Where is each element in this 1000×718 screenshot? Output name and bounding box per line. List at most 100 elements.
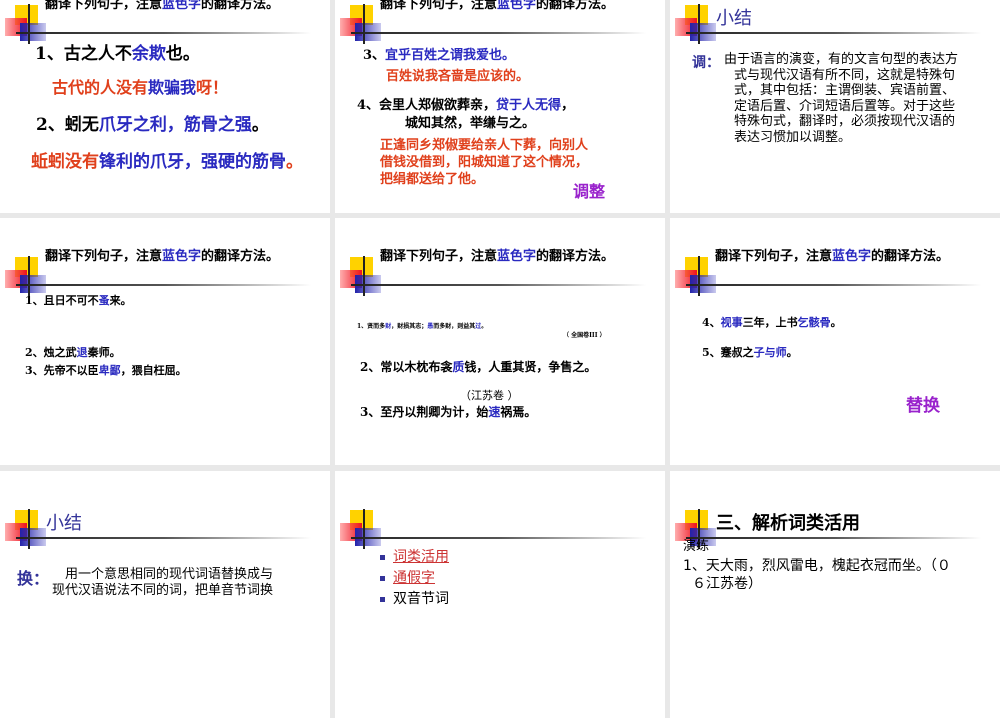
text-segment: 的翻译方法。	[536, 0, 615, 12]
highlighted-text: 锋利的爪牙，强硬的筋骨	[99, 152, 286, 172]
text-segment: 的翻译方法。	[536, 249, 615, 264]
text-segment: 3、	[363, 48, 386, 63]
slide-title: 三、解析词类活用	[716, 513, 860, 534]
text-segment: 呀！	[196, 78, 229, 97]
method-label: 替换	[906, 396, 940, 416]
highlighted-text: 欺骗我	[148, 78, 197, 97]
highlighted-text: 子与师	[753, 346, 787, 359]
text-segment: （ 全国卷III ）	[563, 332, 606, 339]
term-label: 换：	[17, 569, 50, 588]
text-segment: 。	[481, 323, 488, 330]
text-segment: 翻译下列句子，注意	[45, 0, 163, 12]
sentence-3: 3、宜乎百姓之谓我爱也。	[363, 44, 515, 63]
slide-thumbnail-9[interactable]: 三、解析词类活用 演练 1、天大雨，烈风雷电，槐起衣冠而坐。（０ ６江苏卷）	[670, 471, 1000, 718]
text-segment: 翻译下列句子，注意	[45, 249, 163, 264]
slide-logo-icon	[335, 471, 395, 549]
text-segment: 。	[830, 316, 842, 329]
source-note: （ 全国卷III ）	[563, 330, 606, 339]
sentence-1: 1、且日不可不蚤来。	[25, 292, 132, 308]
text-segment: 4、会里人郑俶欲葬亲，	[357, 98, 497, 113]
highlighted-text: 蓝色字	[832, 249, 872, 264]
bullet-icon	[380, 575, 385, 581]
highlighted-text: 视事	[720, 316, 743, 329]
slide-thumbnail-7[interactable]: 小结 换： 用一个意思相同的现代词语替换成与 现代汉语说法不同的词，把单音节词换	[0, 471, 330, 718]
method-label: 调整	[573, 182, 606, 201]
source-note: （江苏卷 ）	[460, 387, 519, 403]
text-segment: 。	[786, 346, 798, 359]
highlighted-text: 蓝色字	[162, 0, 202, 12]
text-segment: 。	[286, 152, 303, 172]
bullet-item: 双音节词	[380, 588, 449, 608]
slide-thumbnail-3[interactable]: 小结 调： 由于语言的演变，有的文言句型的表达方 式与现代汉语有所不同，这就是特…	[670, 0, 1000, 213]
highlighted-text: 速	[488, 405, 501, 419]
bullet-item: 通假字	[380, 567, 435, 587]
text-segment: 秦师。	[87, 346, 121, 359]
text-segment: 百姓说我吝啬是应该的。	[386, 69, 530, 84]
translation-2: 蚯蚓没有锋利的爪牙，强硬的筋骨。	[31, 147, 303, 172]
sentence-2: 2、常以木枕布衾质钱，人重其贤，争售之。	[360, 358, 596, 375]
link-word-class-usage[interactable]: 词类活用	[393, 549, 449, 565]
slide-thumbnail-4[interactable]: 翻译下列句子，注意蓝色字的翻译方法。 1、且日不可不蚤来。 2、烛之武退秦师。 …	[0, 218, 330, 465]
sentence-3: 3、至丹以荆卿为计，始速祸焉。	[360, 403, 536, 420]
highlighted-text: 退	[76, 346, 88, 359]
bullet-icon	[380, 554, 385, 560]
sentence-3: 3、先帝不以臣卑鄙，猥自枉屈。	[25, 362, 187, 378]
summary-paragraph: 用一个意思相同的现代词语替换成与 现代汉语说法不同的词，把单音节词换	[52, 567, 273, 598]
highlighted-text: 蓝色字	[497, 0, 537, 12]
title-divider	[686, 32, 981, 34]
text-segment: 蚯蚓没有	[31, 152, 99, 172]
highlighted-text: 爪牙之利，筋骨之强	[98, 115, 252, 135]
bullet-item: 词类活用	[380, 546, 449, 566]
highlighted-text: 乞骸骨	[797, 316, 831, 329]
text-segment: 1、贤而多	[357, 323, 386, 330]
link-tongjiazi[interactable]: 通假字	[393, 570, 435, 586]
sentence-1: 1、古之人不余欺也。	[35, 39, 200, 64]
subtitle: 演练	[683, 539, 710, 554]
text-segment: 把绢都送给了他。	[380, 172, 485, 187]
para-line: 式，其中包括：主谓倒装、宾语前置、	[734, 83, 956, 98]
title-divider	[16, 537, 311, 539]
para-line: 现代汉语说法不同的词，把单音节词换	[52, 582, 274, 598]
text-segment: 古代的人没有	[52, 78, 149, 97]
slide-thumbnail-6[interactable]: 翻译下列句子，注意蓝色字的翻译方法。 4、视事三年，上书乞骸骨。 5、蹇叔之子与…	[670, 218, 1000, 465]
text-segment: 来。	[109, 294, 132, 307]
text-segment: 2、烛之武	[25, 346, 77, 359]
text-segment: 翻译下列句子，注意	[380, 0, 498, 12]
text-segment: 翻译下列句子，注意	[380, 249, 498, 264]
bullet-icon	[380, 596, 385, 602]
highlighted-text: 质	[452, 360, 465, 374]
text-segment: 的翻译方法。	[201, 249, 280, 264]
title-divider	[351, 284, 646, 286]
title-divider	[351, 32, 646, 34]
bullet-label: 双音节词	[393, 591, 449, 607]
title-divider	[351, 537, 646, 539]
slide-thumbnail-1[interactable]: 翻译下列句子，注意蓝色字的翻译方法。 1、古之人不余欺也。 古代的人没有欺骗我呀…	[0, 0, 330, 213]
para-line: 1、天大雨，烈风雷电，槐起衣冠而坐。（０	[683, 558, 951, 574]
sentence-4: 4、视事三年，上书乞骸骨。	[702, 314, 842, 330]
text-segment: 也。	[165, 44, 200, 64]
para-line: 由于语言的演变，有的文言句型的表达方	[724, 52, 959, 67]
translation-1: 古代的人没有欺骗我呀！	[52, 74, 228, 98]
text-segment: 2、常以木枕布衾	[360, 360, 453, 374]
highlighted-text: 余欺	[131, 44, 166, 64]
slide-title: 小结	[46, 513, 82, 534]
slide-heading: 翻译下列句子，注意蓝色字的翻译方法。	[380, 245, 614, 264]
text-segment: 钱，人重其贤，争售之。	[464, 360, 597, 374]
text-segment: 4、	[702, 316, 721, 329]
sentence-5: 5、蹇叔之子与师。	[702, 344, 798, 360]
slide-thumbnail-8[interactable]: 词类活用 通假字 双音节词	[335, 471, 665, 718]
para-line: 用一个意思相同的现代词语替换成与	[65, 567, 274, 582]
slide-thumbnail-2[interactable]: 翻译下列句子，注意蓝色字的翻译方法。 3、宜乎百姓之谓我爱也。 百姓说我吝啬是应…	[335, 0, 665, 213]
title-divider	[16, 32, 311, 34]
highlighted-text: 卑鄙	[98, 364, 121, 377]
title-divider	[16, 284, 311, 286]
text-segment: 祸焉。	[500, 405, 537, 419]
term-label: 调：	[692, 55, 720, 71]
highlighted-text: 贷于人无得	[496, 98, 562, 113]
sentence-4: 4、会里人郑俶欲葬亲，贷于人无得，	[357, 94, 574, 113]
text-segment: 的翻译方法。	[201, 0, 280, 12]
text-segment: 3、先帝不以臣	[25, 364, 99, 377]
text-segment: 5、蹇叔之	[702, 346, 754, 359]
text-segment: （江苏卷 ）	[460, 389, 519, 402]
slide-thumbnail-5[interactable]: 翻译下列句子，注意蓝色字的翻译方法。 1、贤而多财，财损其志；愚而多财，则益其过…	[335, 218, 665, 465]
